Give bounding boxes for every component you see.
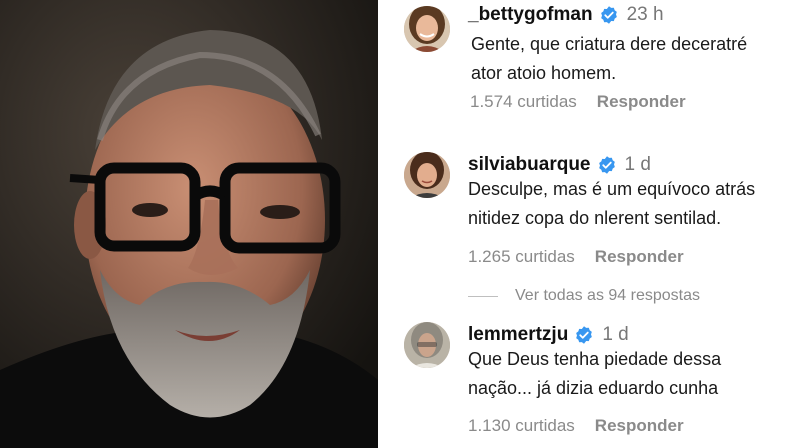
reply-button[interactable]: Responder [595,247,684,267]
comment-line: nitidez copa do nlerent sentilad. [468,208,722,228]
comment-line: Que Deus tenha piedade dessa [468,349,722,369]
comment-meta: 1.574 curtidas Responder [470,92,686,112]
username[interactable]: silviabuarque [468,154,591,176]
likes-count[interactable]: 1.574 curtidas [470,92,577,112]
timestamp: 23 h [626,4,664,25]
reply-button[interactable]: Responder [595,416,684,436]
avatar[interactable] [404,322,450,368]
likes-count[interactable]: 1.265 curtidas [468,247,575,267]
comment-line: ator atoio homem. [471,63,617,83]
timestamp: 1 d [624,154,651,175]
comment-header: _bettygofman 23 h [468,4,664,26]
comment-meta: 1.130 curtidas Responder [468,416,684,436]
view-replies-link[interactable]: Ver todas as 94 respostas [468,287,700,305]
username[interactable]: lemmertzju [468,324,568,346]
likes-count[interactable]: 1.130 curtidas [468,416,575,436]
comment-text: Que Deus tenha piedade dessa nação... já… [468,345,721,403]
reply-button[interactable]: Responder [597,92,686,112]
comment-line: Gente, que criatura dere deceratré [471,34,748,54]
verified-badge-icon [599,5,619,25]
avatar[interactable] [404,152,450,198]
timestamp: 1 d [602,324,629,345]
verified-badge-icon [574,325,594,345]
view-replies-label: Ver todas as 94 respostas [515,287,700,304]
username[interactable]: _bettygofman [468,4,593,26]
comment-header: lemmertzju 1 d [468,324,629,346]
portrait-photo [0,0,378,448]
divider [468,295,498,297]
comment-line: nação... já dizia eduardo cunha [468,378,719,398]
comment-meta: 1.265 curtidas Responder [468,247,684,267]
comment-text: Gente, que criatura dere deceratré ator … [471,30,747,88]
comments-panel: _bettygofman 23 h Gente, que criatura de… [378,0,796,448]
avatar[interactable] [404,6,450,52]
comment-text: Desculpe, mas é um equívoco atrás nitide… [468,175,755,233]
verified-badge-icon [597,155,617,175]
comment-line: Desculpe, mas é um equívoco atrás [468,179,756,199]
comment-header: silviabuarque 1 d [468,154,651,176]
